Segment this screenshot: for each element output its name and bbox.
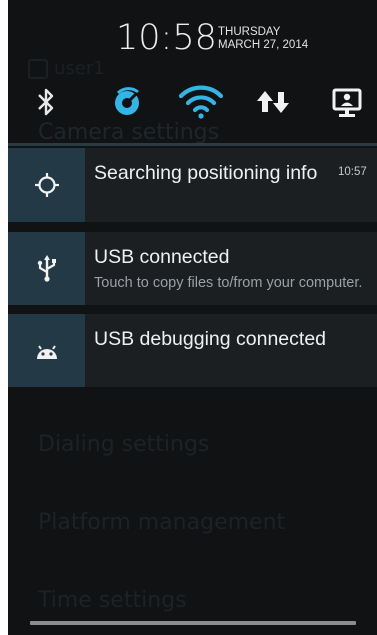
- usb-icon: [37, 255, 56, 282]
- shade-drag-handle[interactable]: [30, 621, 356, 625]
- header-divider: [8, 143, 377, 146]
- notification-title: Searching positioning info: [94, 162, 318, 184]
- gps-icon: [35, 173, 59, 197]
- clock-date-label: MARCH 27, 2014: [218, 39, 309, 51]
- bluetooth-icon[interactable]: [34, 84, 58, 120]
- notification-gps[interactable]: Searching positioning info 10:57: [8, 148, 377, 222]
- shade-header: 10:58 THURSDAY MARCH 27, 2014: [8, 0, 377, 72]
- clock-time: 10:58: [116, 18, 217, 58]
- android-debug-icon: [37, 345, 57, 359]
- background-item-time-settings: Time settings: [38, 588, 187, 613]
- notification-usb-debugging[interactable]: USB debugging connected: [8, 314, 377, 387]
- wifi-icon[interactable]: [178, 84, 224, 120]
- mobile-data-icon[interactable]: [254, 84, 292, 120]
- background-item-platform-management: Platform management: [38, 510, 286, 535]
- clock-day-label: THURSDAY: [218, 26, 281, 38]
- notification-icon-box: [8, 148, 85, 222]
- notification-subtitle: Touch to copy files to/from your compute…: [94, 275, 363, 291]
- clock-date: THURSDAY MARCH 27, 2014: [218, 26, 308, 52]
- notification-icon-box: [8, 232, 85, 305]
- notification-title: USB connected: [94, 246, 230, 268]
- location-icon[interactable]: [108, 84, 148, 120]
- notification-title: USB debugging connected: [94, 328, 327, 350]
- background-item-dialing-settings: Dialing settings: [38, 432, 210, 457]
- notification-time: 10:57: [338, 166, 367, 178]
- quick-settings-row: [8, 80, 377, 126]
- screen-cast-icon[interactable]: [330, 84, 364, 120]
- notification-usb-connected[interactable]: USB connected Touch to copy files to/fro…: [8, 232, 377, 305]
- notification-shade-screen: user1 Camera settings Dialing settings P…: [8, 0, 377, 635]
- notification-icon-box: [8, 314, 85, 387]
